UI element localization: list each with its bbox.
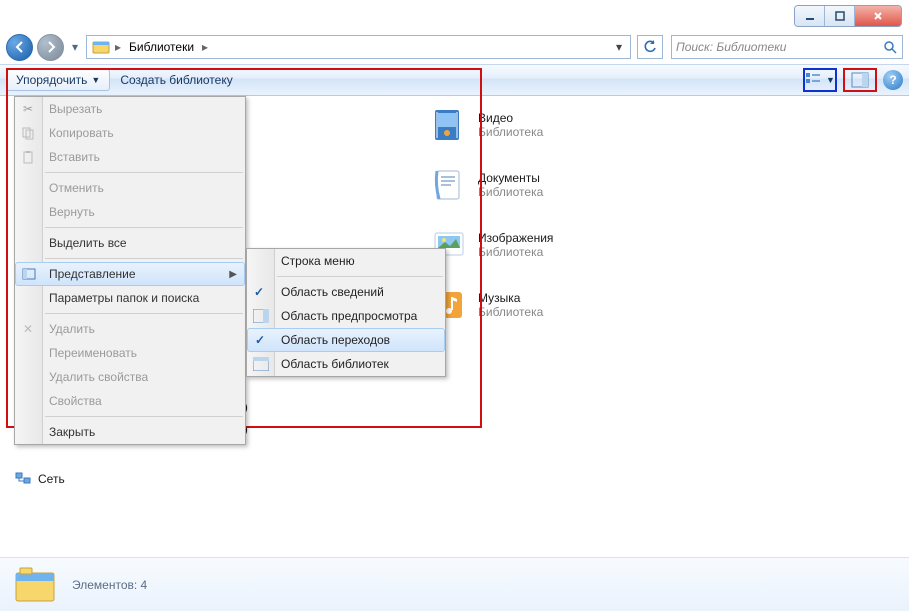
menu-item-close[interactable]: Закрыть <box>15 420 245 444</box>
navigation-bar: ▾ ▸ Библиотеки ▸ ▾ Поиск: Библиотеки <box>0 30 909 64</box>
help-button[interactable]: ? <box>883 70 903 90</box>
library-pane-icon <box>253 357 269 371</box>
menu-item-rename[interactable]: Переименовать <box>15 341 245 365</box>
breadcrumb-libraries[interactable]: Библиотеки <box>123 40 200 54</box>
documents-library-icon <box>430 166 468 204</box>
menu-item-copy[interactable]: Копировать <box>15 121 245 145</box>
chevron-right-icon: ▸ <box>113 40 123 54</box>
submenu-item-menu-bar[interactable]: Строка меню <box>247 249 445 273</box>
library-item-documents[interactable]: ДокументыБиблиотека <box>430 166 553 204</box>
delete-icon: ✕ <box>20 321 36 337</box>
minimize-button[interactable] <box>795 6 825 26</box>
paste-icon <box>20 149 36 165</box>
library-item-video[interactable]: ВидеоБиблиотека <box>430 106 553 144</box>
submenu-item-library-pane[interactable]: Область библиотек <box>247 352 445 376</box>
check-icon: ✓ <box>255 333 265 347</box>
menu-item-delete[interactable]: ✕Удалить <box>15 317 245 341</box>
layout-icon <box>21 266 37 282</box>
menu-item-select-all[interactable]: Выделить все <box>15 231 245 255</box>
refresh-button[interactable] <box>637 35 663 59</box>
address-dropdown[interactable]: ▾ <box>610 40 628 54</box>
menu-item-undo[interactable]: Отменить <box>15 176 245 200</box>
back-button[interactable] <box>6 34 33 61</box>
menu-item-remove-properties[interactable]: Удалить свойства <box>15 365 245 389</box>
organize-menu: ✂Вырезать Копировать Вставить Отменить В… <box>14 96 246 445</box>
search-icon <box>883 40 897 54</box>
library-list: ВидеоБиблиотека ДокументыБиблиотека Изоб… <box>430 106 553 346</box>
submenu-item-details-pane[interactable]: ✓Область сведений <box>247 280 445 304</box>
create-library-button[interactable]: Создать библиотеку <box>110 69 242 91</box>
check-icon: ✓ <box>254 285 264 299</box>
search-input[interactable]: Поиск: Библиотеки <box>671 35 903 59</box>
library-item-music[interactable]: МузыкаБиблиотека <box>430 286 553 324</box>
command-bar: Упорядочить ▼ Создать библиотеку ▼ ? <box>0 64 909 96</box>
search-placeholder: Поиск: Библиотеки <box>676 40 786 54</box>
details-summary: Элементов: 4 <box>72 578 147 592</box>
libraries-large-icon <box>14 565 58 605</box>
cut-icon: ✂ <box>20 101 36 117</box>
history-dropdown[interactable]: ▾ <box>68 34 82 61</box>
copy-icon <box>20 125 36 141</box>
forward-button[interactable] <box>37 34 64 61</box>
close-button[interactable] <box>855 6 901 26</box>
menu-item-folder-options[interactable]: Параметры папок и поиска <box>15 286 245 310</box>
network-icon <box>14 470 32 488</box>
chevron-right-icon: ▶ <box>229 269 237 280</box>
chevron-down-icon: ▼ <box>826 75 835 85</box>
details-pane: Элементов: 4 <box>0 557 909 611</box>
submenu-item-preview-pane[interactable]: Область предпросмотра <box>247 304 445 328</box>
menu-item-properties[interactable]: Свойства <box>15 389 245 413</box>
preview-pane-button[interactable] <box>843 68 877 92</box>
menu-item-redo[interactable]: Вернуть <box>15 200 245 224</box>
layout-submenu: Строка меню ✓Область сведений Область пр… <box>246 248 446 377</box>
video-library-icon <box>430 106 468 144</box>
maximize-button[interactable] <box>825 6 855 26</box>
organize-button[interactable]: Упорядочить ▼ <box>6 69 110 91</box>
window-controls <box>794 5 902 27</box>
address-bar[interactable]: ▸ Библиотеки ▸ ▾ <box>86 35 631 59</box>
menu-item-layout[interactable]: Представление▶ <box>15 262 245 286</box>
chevron-right-icon: ▸ <box>200 40 210 54</box>
chevron-down-icon: ▼ <box>91 75 100 85</box>
library-item-pictures[interactable]: ИзображенияБиблиотека <box>430 226 553 264</box>
preview-pane-icon <box>253 309 269 323</box>
menu-item-paste[interactable]: Вставить <box>15 145 245 169</box>
submenu-item-navigation-pane[interactable]: ✓Область переходов <box>247 328 445 352</box>
change-view-button[interactable]: ▼ <box>803 68 837 92</box>
tree-item-network[interactable]: Сеть <box>14 468 274 490</box>
menu-item-cut[interactable]: ✂Вырезать <box>15 97 245 121</box>
libraries-icon <box>92 38 110 56</box>
